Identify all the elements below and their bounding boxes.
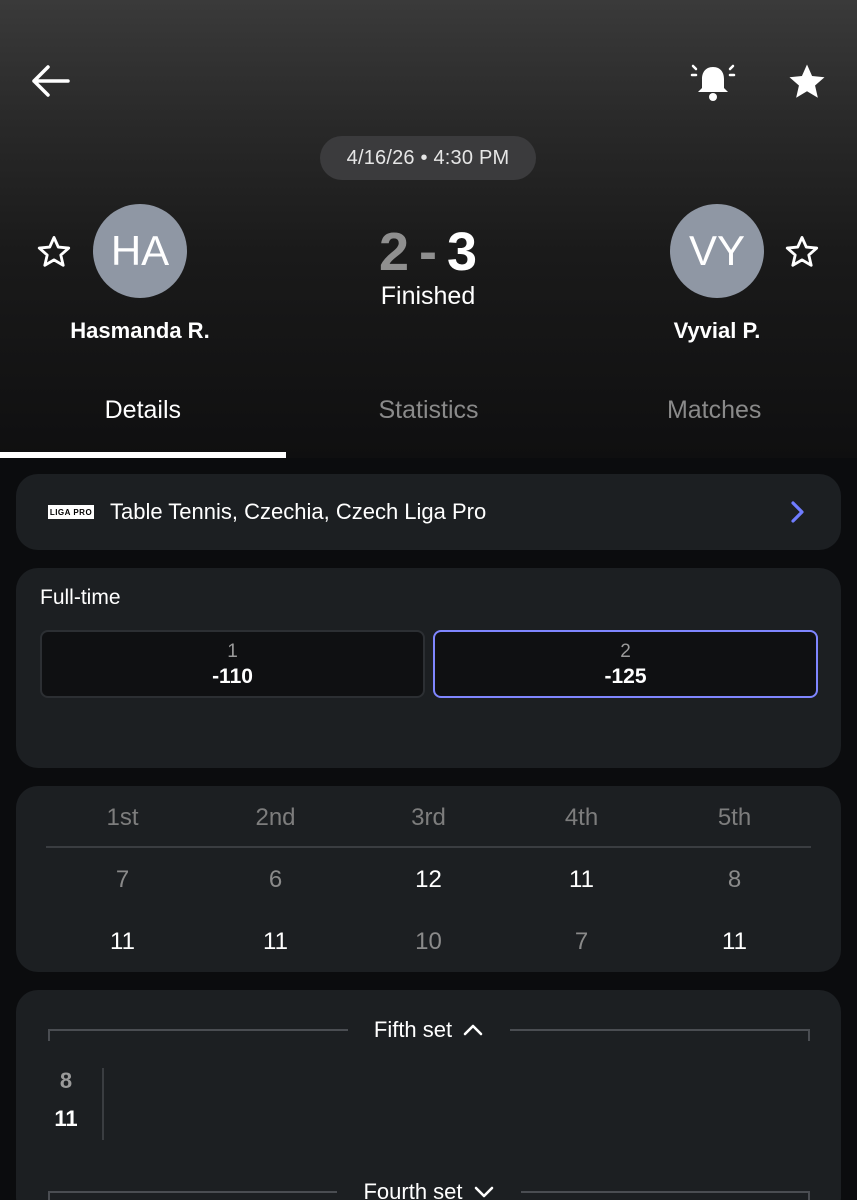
home-points: 8 — [59, 1068, 73, 1093]
star-filled-icon — [789, 64, 825, 98]
away-set-scores: 11 11 10 7 11 — [46, 928, 811, 956]
favorite-match-button[interactable] — [780, 55, 834, 109]
fifth-set-toggle[interactable]: Fifth set — [48, 1010, 810, 1050]
chevron-up-icon — [463, 1024, 483, 1036]
arrow-left-icon — [32, 65, 70, 97]
away-points: 11 — [54, 1106, 78, 1131]
odds-away-label: 2 — [620, 641, 631, 662]
star-outline-icon — [37, 236, 71, 267]
fourth-set-title: Fourth set — [363, 1179, 463, 1200]
home-player-name[interactable]: Hasmanda R. — [30, 318, 250, 344]
score-separator: - — [419, 222, 437, 282]
divider — [48, 1029, 348, 1041]
home-score: 2 — [378, 222, 409, 282]
set-score: 6 — [268, 866, 283, 893]
away-player-name[interactable]: Vyvial P. — [607, 318, 827, 344]
chevron-right-icon — [785, 500, 809, 524]
divider — [520, 1191, 811, 1200]
set-header: 3rd — [411, 804, 446, 831]
divider — [102, 1068, 104, 1140]
match-score: 2 - 3 — [328, 220, 528, 284]
odds-home-value: -110 — [212, 665, 253, 688]
divider — [46, 846, 811, 848]
fulltime-label: Full-time — [40, 586, 121, 609]
away-player-avatar: VY — [670, 204, 764, 298]
notification-button[interactable] — [686, 55, 740, 109]
set-score: 12 — [415, 866, 442, 893]
bell-icon — [690, 64, 736, 101]
fifth-set-points: 8 11 — [46, 1068, 86, 1144]
league-logo: LIGA PRO — [48, 505, 94, 519]
odds-away-value: -125 — [604, 665, 647, 688]
set-header: 4th — [564, 804, 599, 831]
tab-bar: Details Statistics Matches — [0, 386, 857, 458]
favorite-away-player-button[interactable] — [782, 232, 822, 272]
fifth-set-title: Fifth set — [373, 1017, 453, 1042]
set-score: 11 — [569, 866, 594, 893]
tab-matches[interactable]: Matches — [571, 386, 857, 458]
set-headers: 1st 2nd 3rd 4th 5th — [46, 804, 811, 832]
set-score: 10 — [415, 928, 442, 955]
set-detail-card: Fifth set 8 11 Fourth set — [16, 990, 841, 1200]
home-set-scores: 7 6 12 11 8 — [46, 866, 811, 894]
back-button[interactable] — [24, 55, 76, 107]
set-header: 5th — [717, 804, 752, 831]
set-scores-card: 1st 2nd 3rd 4th 5th 7 6 12 11 8 11 11 10… — [16, 786, 841, 972]
set-score: 7 — [115, 866, 130, 893]
set-score: 7 — [574, 928, 589, 955]
divider — [48, 1191, 338, 1200]
tab-statistics[interactable]: Statistics — [286, 386, 572, 458]
league-row[interactable]: LIGA PRO Table Tennis, Czechia, Czech Li… — [16, 474, 841, 550]
fulltime-odds-card: Full-time 1 -110 2 -125 — [16, 568, 841, 768]
star-outline-icon — [785, 236, 819, 267]
chevron-down-icon — [474, 1186, 493, 1198]
tab-details[interactable]: Details — [0, 386, 286, 458]
set-score: 11 — [110, 928, 135, 955]
favorite-home-player-button[interactable] — [34, 232, 74, 272]
match-datetime: 4/16/26 • 4:30 PM — [320, 136, 536, 180]
fourth-set-toggle[interactable]: Fourth set — [48, 1172, 811, 1200]
set-header: 1st — [106, 804, 139, 831]
league-name: Table Tennis, Czechia, Czech Liga Pro — [110, 499, 487, 524]
match-status: Finished — [380, 282, 476, 310]
set-score: 11 — [722, 928, 747, 955]
home-player-avatar: HA — [93, 204, 187, 298]
odds-home-button[interactable]: 1 -110 — [40, 630, 425, 698]
set-score: 8 — [727, 866, 742, 893]
set-score: 11 — [263, 928, 288, 955]
odds-away-button[interactable]: 2 -125 — [433, 630, 818, 698]
away-score: 3 — [446, 222, 478, 282]
divider — [510, 1029, 810, 1041]
odds-home-label: 1 — [227, 641, 238, 662]
set-header: 2nd — [255, 804, 296, 831]
